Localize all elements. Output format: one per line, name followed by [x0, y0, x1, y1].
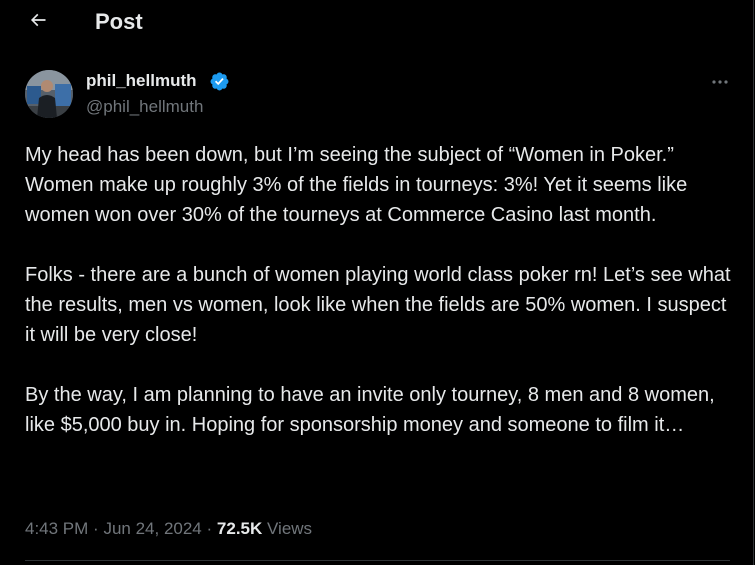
- separator-dot: ·: [93, 519, 99, 538]
- post-paragraph: Folks - there are a bunch of women playi…: [25, 264, 731, 346]
- post-header: Post: [0, 0, 754, 44]
- page-title: Post: [95, 9, 143, 34]
- arrow-left-icon: [28, 10, 48, 35]
- post-metadata: 4:43 PM · Jun 24, 2024 · 72.5K Views: [25, 519, 312, 539]
- post-time: 4:43 PM: [25, 519, 89, 538]
- post-timestamp[interactable]: 4:43 PM · Jun 24, 2024: [25, 519, 202, 538]
- more-horizontal-icon: [710, 73, 730, 91]
- views-count: 72.5K: [216, 519, 263, 538]
- post-date: Jun 24, 2024: [103, 519, 202, 538]
- author-handle[interactable]: @phil_hellmuth: [86, 97, 203, 117]
- verified-badge-icon: [209, 71, 230, 92]
- separator-dot: ·: [206, 519, 213, 538]
- post-paragraph: My head has been down, but I’m seeing th…: [25, 144, 688, 226]
- views-label: Views: [267, 519, 313, 538]
- author-name[interactable]: phil_hellmuth: [86, 71, 197, 91]
- avatar[interactable]: [25, 70, 73, 118]
- back-button[interactable]: [22, 8, 54, 36]
- post-text: My head has been down, but I’m seeing th…: [25, 140, 740, 440]
- post-paragraph: By the way, I am planning to have an inv…: [25, 384, 715, 436]
- more-options-button[interactable]: [708, 72, 732, 92]
- divider: [25, 560, 730, 561]
